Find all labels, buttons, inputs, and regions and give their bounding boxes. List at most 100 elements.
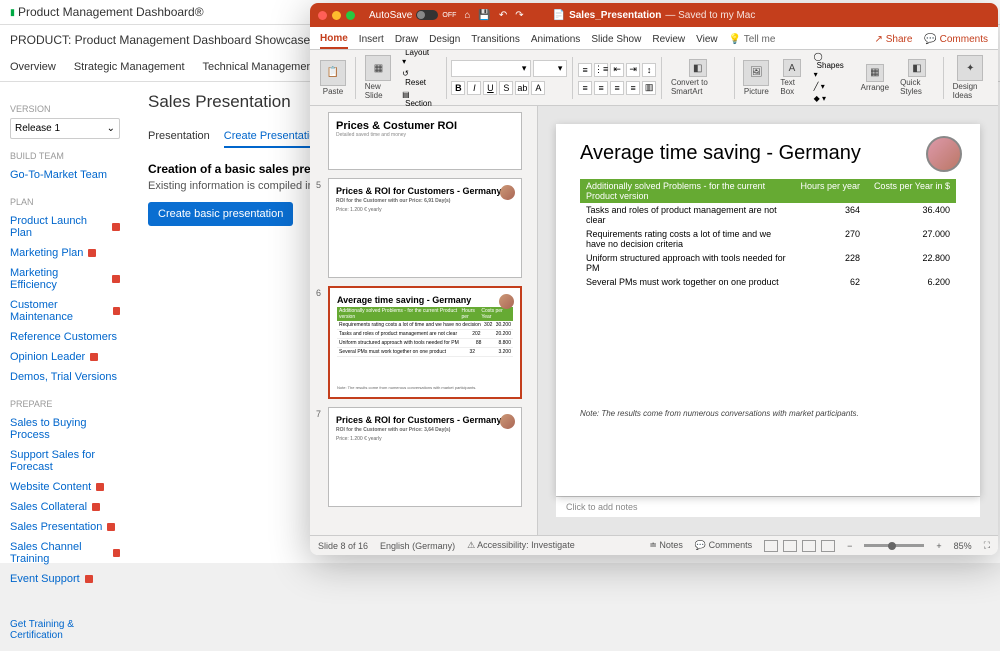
sidebar-item[interactable]: Customer Maintenance: [10, 295, 120, 327]
fontsize-select[interactable]: ▾: [533, 60, 567, 77]
maximize-icon[interactable]: [346, 11, 355, 20]
sidebar-item[interactable]: Product Launch Plan: [10, 211, 120, 243]
convert-smartart-button[interactable]: ◧Convert to SmartArt: [667, 57, 729, 98]
ribbon-animations[interactable]: Animations: [531, 31, 580, 48]
tab-strategic[interactable]: Strategic Management: [74, 55, 185, 81]
tab-overview[interactable]: Overview: [10, 55, 56, 81]
subtab-create[interactable]: Create Presentation: [224, 126, 322, 148]
ribbon-review[interactable]: Review: [652, 31, 685, 48]
bullets-button[interactable]: ≡: [578, 63, 592, 77]
ribbon-design[interactable]: Design: [429, 31, 460, 48]
design-ideas-button[interactable]: ✦Design Ideas: [949, 53, 992, 102]
slide-title: Average time saving - Germany: [580, 142, 956, 165]
logo-icon: ▮: [10, 7, 15, 18]
linespacing-button[interactable]: ↕: [642, 63, 656, 77]
sorter-view-icon[interactable]: [783, 540, 797, 552]
italic-button[interactable]: I: [467, 81, 481, 95]
arrange-button[interactable]: ▦Arrange: [857, 62, 893, 94]
reading-view-icon[interactable]: [802, 540, 816, 552]
sidebar-item[interactable]: Website Content: [10, 477, 120, 497]
indent-inc-button[interactable]: ⇥: [626, 63, 640, 77]
sidebar-item[interactable]: Sales Presentation: [10, 517, 120, 537]
align-left-button[interactable]: ≡: [578, 81, 592, 95]
comments-button[interactable]: 💬 Comments: [924, 34, 988, 45]
subtab-presentation[interactable]: Presentation: [148, 126, 210, 148]
normal-view-icon[interactable]: [764, 540, 778, 552]
home-icon[interactable]: ⌂: [464, 10, 470, 21]
sidebar-item[interactable]: Marketing Efficiency: [10, 263, 120, 295]
sidebar-item[interactable]: Sales to Buying Process: [10, 413, 120, 445]
table-row: Several PMs must work together on one pr…: [580, 275, 956, 289]
flag-icon: [96, 483, 104, 491]
shape-line-button[interactable]: ╱ ▾: [811, 81, 854, 92]
fontcolor-button[interactable]: A: [531, 81, 545, 95]
thumb-title-slide[interactable]: Prices & Costumer ROI Detailed saved tim…: [328, 112, 522, 170]
sidebar-item[interactable]: Sales Channel Training: [10, 537, 120, 569]
close-icon[interactable]: [318, 11, 327, 20]
autosave-toggle[interactable]: AutoSave OFF: [369, 10, 456, 21]
create-presentation-button[interactable]: Create basic presentation: [148, 202, 293, 226]
zoom-slider[interactable]: [864, 544, 924, 547]
version-select[interactable]: Release 1⌄: [10, 118, 120, 139]
sidebar-item[interactable]: Marketing Plan: [10, 243, 120, 263]
underline-button[interactable]: U: [483, 81, 497, 95]
align-right-button[interactable]: ≡: [610, 81, 624, 95]
align-center-button[interactable]: ≡: [594, 81, 608, 95]
flag-icon: [113, 549, 120, 557]
tab-technical[interactable]: Technical Management: [203, 55, 316, 81]
reset-button[interactable]: ↺ Reset: [399, 68, 441, 88]
ribbon-home[interactable]: Home: [320, 30, 348, 49]
thumb-slide-5[interactable]: Prices & ROI for Customers - Germany ROI…: [328, 178, 522, 278]
thumb-slide-7[interactable]: Prices & ROI for Customers - Germany ROI…: [328, 407, 522, 507]
sidebar-item[interactable]: Sales Collateral: [10, 497, 120, 517]
sidebar-footer-link[interactable]: Get Training & Certification: [10, 619, 120, 641]
align-justify-button[interactable]: ≡: [626, 81, 640, 95]
notes-input[interactable]: Click to add notes: [556, 496, 980, 517]
tell-me[interactable]: 💡 Tell me: [729, 31, 776, 48]
font-select[interactable]: ▾: [451, 60, 531, 77]
strike-button[interactable]: S: [499, 81, 513, 95]
sidebar-item[interactable]: Demos, Trial Versions: [10, 367, 120, 387]
indent-dec-button[interactable]: ⇤: [610, 63, 624, 77]
accessibility-status[interactable]: ⚠ Accessibility: Investigate: [467, 540, 575, 551]
zoom-level[interactable]: 85%: [954, 541, 972, 551]
textbox-button[interactable]: AText Box: [776, 57, 807, 98]
ribbon-slideshow[interactable]: Slide Show: [591, 31, 641, 48]
sidebar-item-gtm-team[interactable]: Go-To-Market Team: [10, 165, 120, 185]
save-icon[interactable]: 💾: [478, 10, 490, 21]
more-font-button[interactable]: ab: [515, 81, 529, 95]
quickstyles-button[interactable]: ◧Quick Styles: [896, 57, 938, 98]
notes-toggle[interactable]: ≐ Notes: [649, 540, 683, 551]
thumb-slide-6[interactable]: Average time saving - Germany Additional…: [328, 286, 522, 399]
ribbon-draw[interactable]: Draw: [395, 31, 418, 48]
ribbon-view[interactable]: View: [696, 31, 718, 48]
columns-button[interactable]: ▥: [642, 81, 656, 95]
minimize-icon[interactable]: [332, 11, 341, 20]
undo-icon[interactable]: ↶: [499, 10, 507, 21]
language-status[interactable]: English (Germany): [380, 541, 455, 551]
comments-toggle[interactable]: 💬 Comments: [695, 540, 752, 551]
bold-button[interactable]: B: [451, 81, 465, 95]
sidebar-item[interactable]: Support Sales for Forecast: [10, 445, 120, 477]
sidebar-item[interactable]: Opinion Leader: [10, 347, 120, 367]
zoom-out-icon[interactable]: −: [847, 541, 852, 551]
new-slide-button[interactable]: ▦New Slide: [361, 53, 396, 102]
flag-icon: [90, 353, 98, 361]
slideshow-view-icon[interactable]: [821, 540, 835, 552]
numbering-button[interactable]: ⋮≡: [594, 63, 608, 77]
sidebar-item[interactable]: Reference Customers: [10, 327, 120, 347]
ribbon-transitions[interactable]: Transitions: [471, 31, 520, 48]
powerpoint-window: AutoSave OFF ⌂ 💾 ↶ ↷ 📄 Sales_Presentatio…: [310, 3, 998, 555]
redo-icon[interactable]: ↷: [515, 10, 523, 21]
sidebar-item[interactable]: Event Support: [10, 569, 120, 589]
shape-fill-button[interactable]: ◆ ▾: [811, 93, 854, 104]
picture-button[interactable]: 🖼Picture: [739, 58, 773, 98]
fit-view-icon[interactable]: ⛶: [984, 540, 990, 551]
ribbon-insert[interactable]: Insert: [359, 31, 384, 48]
paste-button[interactable]: 📋Paste: [316, 58, 350, 98]
shapes-button[interactable]: ◯ Shapes ▾: [811, 51, 854, 80]
zoom-in-icon[interactable]: +: [936, 541, 941, 551]
current-slide[interactable]: Average time saving - Germany Additional…: [556, 124, 980, 496]
share-button[interactable]: ↗ Share: [875, 34, 913, 45]
window-controls: [318, 11, 355, 20]
